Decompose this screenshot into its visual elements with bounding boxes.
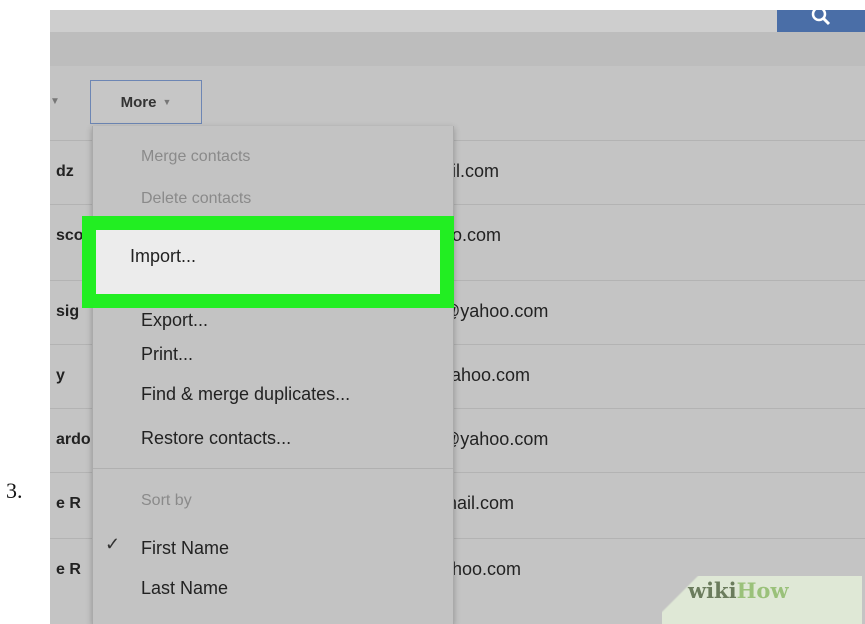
contact-name: e R xyxy=(56,561,81,578)
search-icon xyxy=(811,10,831,26)
wikihow-logo-part2: How xyxy=(736,578,789,603)
menu-item-restore-contacts[interactable]: Restore contacts... xyxy=(141,428,291,449)
contact-email: @yahoo.com xyxy=(442,301,549,321)
search-button[interactable] xyxy=(777,10,865,32)
search-bar[interactable] xyxy=(50,10,865,32)
menu-item-sort-first-name[interactable]: First Name xyxy=(141,538,229,559)
contact-name: sco xyxy=(56,227,84,244)
menu-item-import[interactable]: Import... xyxy=(96,230,440,294)
more-button[interactable]: More ▼ xyxy=(90,80,202,124)
contact-name: ardo xyxy=(56,431,91,448)
menu-section-sort-by: Sort by xyxy=(141,492,192,509)
contact-name: dz xyxy=(56,163,74,180)
screenshot-frame: ▼ More ▼ dz ail.com sco oo.com sig @yaho… xyxy=(50,10,865,624)
menu-divider xyxy=(93,468,453,469)
menu-item-find-merge-duplicates[interactable]: Find & merge duplicates... xyxy=(141,384,350,405)
chevron-down-icon: ▼ xyxy=(162,97,172,107)
contact-email: yahoo.com xyxy=(442,365,531,385)
more-button-label: More xyxy=(120,93,157,111)
wikihow-logo-part1: wiki xyxy=(688,578,737,603)
contact-name: y xyxy=(56,367,65,384)
checkmark-icon: ✓ xyxy=(105,534,121,554)
chevron-down-icon[interactable]: ▼ xyxy=(50,96,60,107)
sub-header-bar xyxy=(50,32,865,66)
menu-item-print[interactable]: Print... xyxy=(141,344,193,365)
menu-item-import-label: Import... xyxy=(130,246,197,266)
wikihow-logo: wikiHow xyxy=(688,578,789,603)
contact-name: sig xyxy=(56,303,80,320)
step-number: 3. xyxy=(6,478,23,503)
menu-item-export[interactable]: Export... xyxy=(141,310,208,331)
more-dropdown-menu: Merge contacts Delete contacts Export...… xyxy=(92,126,454,624)
menu-item-sort-last-name[interactable]: Last Name xyxy=(141,578,228,599)
highlight-box: Import... xyxy=(82,216,454,308)
menu-item-merge-contacts: Merge contacts xyxy=(141,148,251,165)
menu-item-delete-contacts: Delete contacts xyxy=(141,190,252,207)
contact-email: @yahoo.com xyxy=(442,429,549,449)
contact-name: e R xyxy=(56,495,81,512)
